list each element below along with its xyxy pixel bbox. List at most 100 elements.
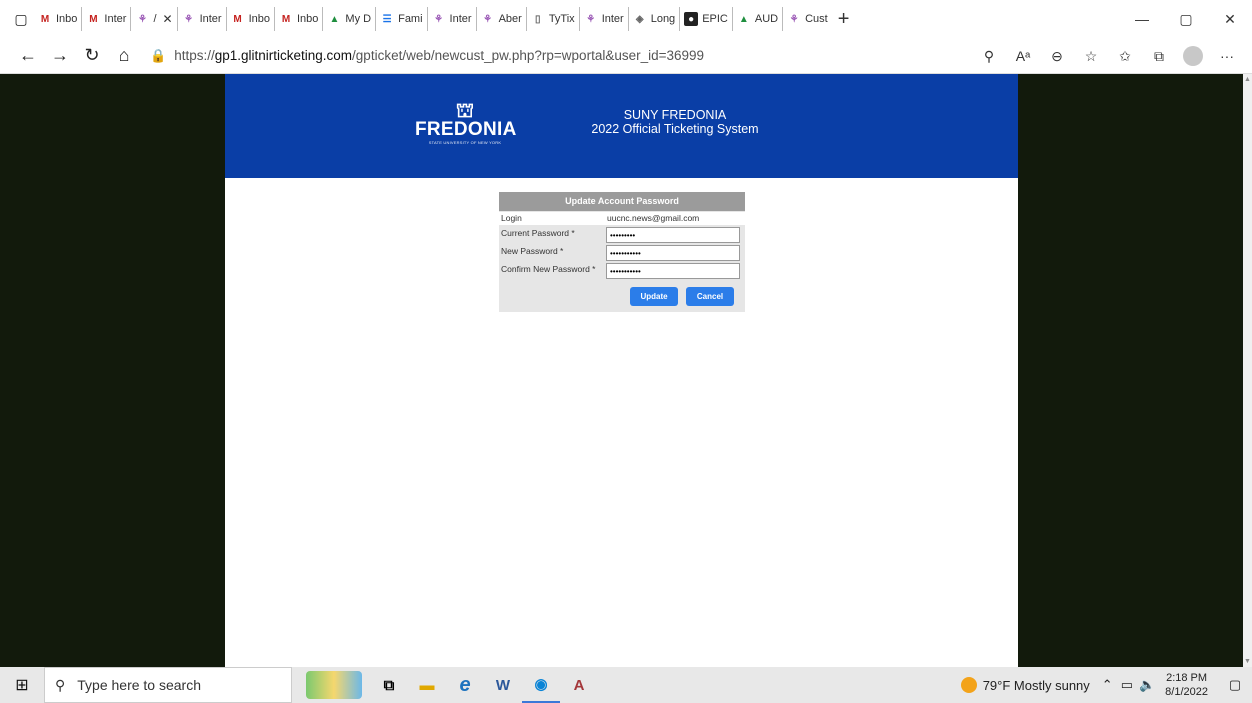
- confirm-password-field[interactable]: [606, 263, 740, 279]
- back-icon[interactable]: ←: [12, 41, 44, 71]
- tab-strip: ▢ M Inbo M Inter ⚘ / ✕ ⚘ Inter M Inbo M Inbo ▲ My D ☰ Fa…: [0, 0, 1252, 38]
- tab-label: Inbo: [248, 13, 270, 25]
- tab-list: M Inbo M Inter ⚘ / ✕ ⚘ Inter M Inbo M Inbo ▲ My D ☰ Fami…: [34, 7, 832, 31]
- network-icon[interactable]: ▭: [1121, 677, 1133, 693]
- login-row: Login uucnc.news@gmail.com: [499, 212, 745, 225]
- ticket-icon: ⚘: [184, 13, 194, 25]
- profile-avatar[interactable]: [1183, 46, 1203, 66]
- home-icon[interactable]: ⌂: [108, 41, 140, 71]
- close-window-icon[interactable]: ✕: [1208, 0, 1252, 38]
- login-value: uucnc.news@gmail.com: [607, 213, 700, 223]
- new-password-field[interactable]: [606, 245, 740, 261]
- tab-label: /: [153, 13, 157, 25]
- taskbar-search[interactable]: ⚲ Type here to search: [44, 667, 292, 703]
- key-icon[interactable]: ⚲: [972, 48, 1006, 65]
- epic-icon: ●: [684, 12, 699, 26]
- maximize-icon[interactable]: ▢: [1164, 0, 1208, 38]
- browser-tab[interactable]: ▯ TyTix: [525, 7, 579, 31]
- browser-tab[interactable]: ⚘ Inter: [578, 7, 628, 31]
- ticket-icon: ⚘: [586, 13, 596, 25]
- current-password-row: Current Password *: [499, 227, 745, 244]
- search-placeholder: Type here to search: [77, 677, 202, 693]
- more-icon[interactable]: ···: [1210, 48, 1244, 64]
- browser-tab[interactable]: ⚘ Cust: [782, 7, 832, 31]
- fredonia-mark-icon: ⛫: [455, 100, 475, 122]
- site-title-line1: SUNY FREDONIA: [623, 108, 727, 122]
- browser-tab[interactable]: ☰ Fami: [375, 7, 426, 31]
- browser-tab[interactable]: ● EPIC: [679, 7, 732, 31]
- forward-icon[interactable]: →: [44, 41, 76, 71]
- close-tab-icon[interactable]: ✕: [163, 12, 173, 26]
- search-highlight-image[interactable]: [306, 671, 362, 699]
- new-tab-icon[interactable]: +: [838, 8, 850, 31]
- vertical-scrollbar[interactable]: ▲ ▼: [1243, 74, 1252, 667]
- taskbar: ⊞ ⚲ Type here to search ⧉ ▬ e W ◉ A 79°F…: [0, 667, 1252, 703]
- volume-icon[interactable]: 🔈: [1139, 677, 1155, 693]
- current-password-field[interactable]: [606, 227, 740, 243]
- internet-explorer-icon[interactable]: e: [446, 667, 484, 703]
- tab-label: Inter: [601, 13, 624, 25]
- update-button[interactable]: Update: [630, 287, 678, 306]
- scroll-down-icon[interactable]: ▼: [1244, 658, 1251, 665]
- tab-actions-icon[interactable]: ▢: [8, 6, 34, 32]
- favorites-icon[interactable]: ✩: [1108, 48, 1142, 65]
- weather-text[interactable]: 79°F Mostly sunny: [983, 678, 1090, 693]
- browser-tab[interactable]: ▲ AUD: [731, 7, 782, 31]
- collections-icon[interactable]: ⧉: [1142, 48, 1176, 65]
- tray-chevron-icon[interactable]: ⌃: [1102, 677, 1113, 693]
- browser-tab[interactable]: ▲ My D: [322, 7, 375, 31]
- windows-start-icon[interactable]: ⊞: [0, 667, 44, 703]
- zoom-icon[interactable]: ⊖: [1040, 48, 1074, 65]
- cancel-button[interactable]: Cancel: [686, 287, 734, 306]
- tab-label: Aber: [498, 13, 522, 25]
- access-icon[interactable]: A: [560, 667, 598, 703]
- gmail-icon: M: [281, 13, 291, 25]
- tab-label: My D: [345, 13, 372, 25]
- tab-label: Inbo: [56, 13, 78, 25]
- header-banner: ⛫ FREDONIA STATE UNIVERSITY OF NEW YORK …: [225, 74, 1018, 178]
- browser-tab[interactable]: ⚘ Inter: [176, 7, 226, 31]
- lock-icon: 🔒: [150, 47, 167, 63]
- browser-tab[interactable]: ⚘ / ✕: [130, 7, 177, 31]
- clock[interactable]: 2:18 PM 8/1/2022: [1165, 671, 1208, 699]
- file-explorer-icon[interactable]: ▬: [408, 667, 446, 703]
- drive-icon: ▲: [738, 13, 749, 25]
- edge-icon[interactable]: ◉: [522, 667, 560, 703]
- url-field[interactable]: 🔒 https://gp1.glitnirticketing.com/gptic…: [150, 42, 830, 70]
- read-aloud-icon[interactable]: Aᵃ: [1006, 48, 1040, 64]
- confirm-password-row: Confirm New Password *: [499, 263, 745, 280]
- tab-label: EPIC: [702, 13, 728, 25]
- gmail-icon: M: [40, 13, 50, 25]
- browser-tab[interactable]: ⚘ Inter: [426, 7, 476, 31]
- tab-label: Inter: [199, 13, 222, 25]
- tab-label: Fami: [398, 13, 423, 25]
- notifications-icon[interactable]: ▢: [1218, 677, 1252, 693]
- browser-tab[interactable]: M Inbo: [274, 7, 322, 31]
- page-icon: ▯: [535, 13, 541, 25]
- tab-label: TyTix: [548, 13, 575, 25]
- weather-sun-icon[interactable]: [960, 677, 977, 693]
- new-password-label: New Password *: [501, 246, 564, 256]
- fredonia-logo[interactable]: ⛫ FREDONIA STATE UNIVERSITY OF NEW YORK: [415, 100, 516, 145]
- favorite-star-icon[interactable]: ☆: [1074, 48, 1108, 65]
- browser-tab[interactable]: M Inbo: [225, 7, 274, 31]
- page-content: ⛫ FREDONIA STATE UNIVERSITY OF NEW YORK …: [225, 74, 1018, 667]
- page-icon: ◈: [635, 13, 644, 25]
- browser-tab[interactable]: ◈ Long: [627, 7, 679, 31]
- site-title: SUNY FREDONIA 2022 Official Ticketing Sy…: [565, 108, 785, 136]
- search-icon: ⚲: [55, 676, 66, 693]
- address-bar: ← → ↻ ⌂ 🔒 https://gp1.glitnirticketing.c…: [0, 38, 1252, 74]
- current-password-label: Current Password *: [501, 228, 575, 238]
- browser-tab[interactable]: M Inter: [81, 7, 130, 31]
- ticket-icon: ⚘: [483, 13, 493, 25]
- minimize-icon[interactable]: —: [1120, 0, 1164, 38]
- tab-label: Cust: [805, 13, 828, 25]
- refresh-icon[interactable]: ↻: [76, 41, 108, 71]
- gmail-icon: M: [233, 13, 242, 25]
- confirm-password-label: Confirm New Password *: [501, 264, 596, 274]
- browser-tab[interactable]: ⚘ Aber: [475, 7, 526, 31]
- word-icon[interactable]: W: [484, 667, 522, 703]
- browser-tab[interactable]: M Inbo: [34, 7, 81, 31]
- task-view-icon[interactable]: ⧉: [370, 667, 408, 703]
- scroll-up-icon[interactable]: ▲: [1244, 76, 1251, 83]
